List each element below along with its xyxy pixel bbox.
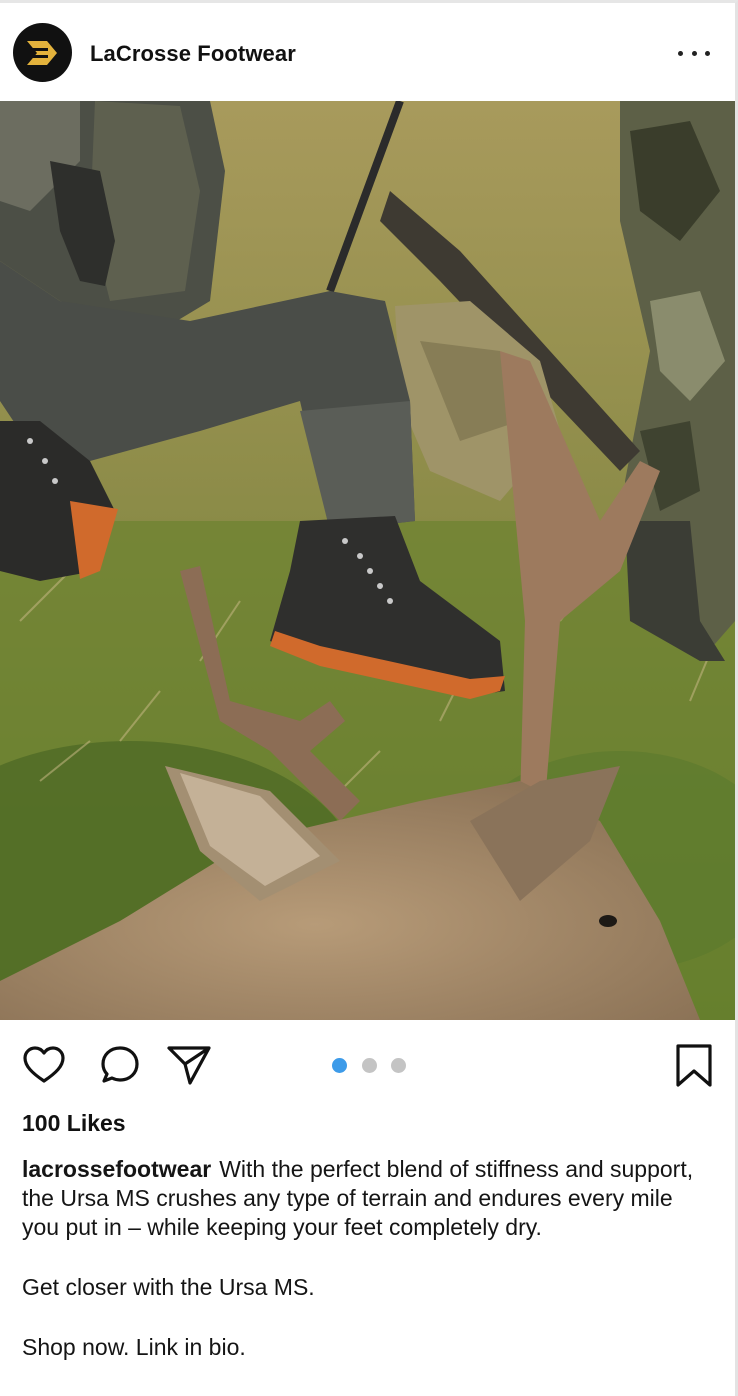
post-image[interactable] [0,101,735,1020]
post-caption: lacrossefootwear With the perfect blend o… [22,1155,712,1362]
caption-username[interactable]: lacrossefootwear [22,1156,211,1182]
more-dots-icon[interactable] [678,46,710,60]
bookmark-icon[interactable] [674,1043,714,1089]
carousel-dot [361,1057,377,1073]
likes-count[interactable]: 100 Likes [22,1110,126,1137]
caption-text: Shop now. Link in bio. [22,1334,246,1360]
heart-icon[interactable] [22,1045,66,1085]
caption-text: Get closer with the Ursa MS. [22,1274,315,1300]
lacrosse-logo-icon [26,40,57,65]
avatar[interactable] [13,23,72,82]
post-header: LaCrosse Footwear [0,6,735,101]
carousel-dot-active [332,1057,347,1073]
carousel-dot [391,1057,406,1073]
comment-icon[interactable] [99,1044,141,1086]
carousel-indicator [332,1057,406,1073]
instagram-post: LaCrosse Footwear 100 Likes lacrossefoot… [0,0,738,1396]
account-name[interactable]: LaCrosse Footwear [90,41,296,67]
send-icon[interactable] [166,1044,212,1086]
